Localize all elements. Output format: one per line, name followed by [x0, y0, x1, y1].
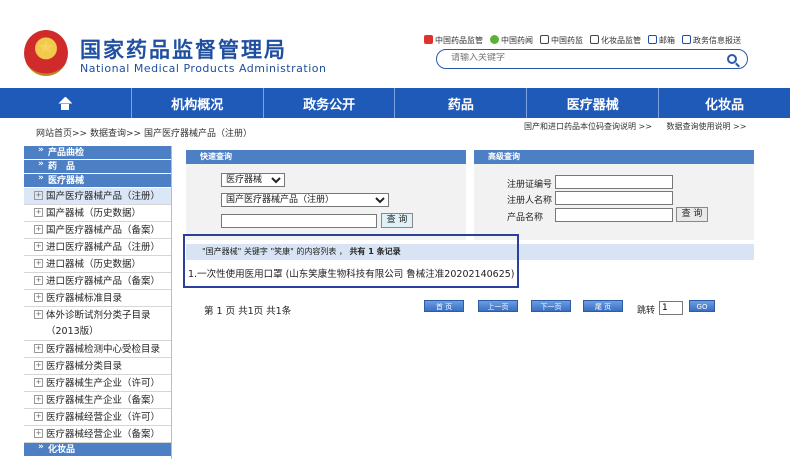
- sidebar-head-drugs[interactable]: 药 品: [24, 157, 171, 174]
- reg-no-label: 注册证编号: [507, 180, 553, 190]
- home-icon: [58, 97, 72, 110]
- prev-page-button[interactable]: 上一页: [478, 300, 518, 312]
- main-nav: 机构概况 政务公开 药品 医疗器械 化妆品: [0, 88, 790, 118]
- first-page-button[interactable]: 首 页: [424, 300, 464, 312]
- phone-icon: [540, 35, 549, 44]
- sidebar-item-import-record[interactable]: 进口医疗器械产品（备案）: [24, 273, 171, 290]
- search-icon[interactable]: [727, 54, 737, 64]
- sidebar-head-cosmetics[interactable]: 化妆品: [24, 440, 171, 457]
- jump-label: 跳转: [637, 306, 656, 316]
- national-emblem-icon: [24, 30, 68, 76]
- top-link-wechat[interactable]: 中国药闻: [490, 35, 533, 46]
- top-link-app[interactable]: 中国药监: [540, 35, 583, 46]
- sidebar-item-dealer-record[interactable]: 医疗器械经营企业（备案）: [24, 426, 171, 443]
- jump-page-input[interactable]: [659, 301, 683, 315]
- document-icon: [682, 35, 691, 44]
- quick-search-title: 快速查询: [186, 150, 466, 164]
- sidebar-item-test-center[interactable]: 医疗器械检测中心受检目录: [24, 341, 171, 358]
- product-name-input[interactable]: [555, 208, 673, 222]
- top-link-cosmetics[interactable]: 化妆品监管: [590, 35, 641, 46]
- highlight-box: [183, 234, 519, 288]
- sidebar-item-import-reg[interactable]: 进口医疗器械产品（注册）: [24, 239, 171, 256]
- product-name-label: 产品名称: [507, 213, 544, 223]
- last-page-button[interactable]: 尾 页: [583, 300, 623, 312]
- reg-no-input[interactable]: [555, 175, 673, 189]
- breadcrumb-current: 国产医疗器械产品（注册）: [143, 129, 252, 139]
- subcategory-select[interactable]: 国产医疗器械产品（注册）: [221, 193, 389, 207]
- site-search: [436, 49, 748, 69]
- search-input[interactable]: [451, 53, 711, 63]
- pager-info: 第 1 页 共1页 共1条: [204, 306, 292, 317]
- wechat-icon: [490, 35, 499, 44]
- sidebar-item-mfr-license[interactable]: 医疗器械生产企业（许可）: [24, 375, 171, 392]
- go-button[interactable]: GO: [689, 300, 715, 312]
- sidebar-item-classification[interactable]: 医疗器械分类目录: [24, 358, 171, 375]
- sidebar-item-domestic-record[interactable]: 国产医疗器械产品（备案）: [24, 222, 171, 239]
- sidebar-item-ivd-catalog[interactable]: 体外诊断试剂分类子目录（2013版）: [24, 307, 171, 341]
- sidebar-item-domestic-reg[interactable]: 国产医疗器械产品（注册）: [24, 188, 171, 205]
- next-page-button[interactable]: 下一页: [531, 300, 571, 312]
- sidebar-item-import-history[interactable]: 进口器械（历史数据）: [24, 256, 171, 273]
- breadcrumb-home[interactable]: 网站首页: [36, 129, 72, 139]
- top-link-weibo[interactable]: 中国药品监管: [424, 35, 483, 46]
- quick-search-button[interactable]: 查 询: [381, 213, 413, 228]
- keyword-input[interactable]: [221, 214, 377, 228]
- sidebar-item-standards[interactable]: 医疗器械标准目录: [24, 290, 171, 307]
- phone-icon: [590, 35, 599, 44]
- top-link-report[interactable]: 政务信息报送: [682, 35, 741, 46]
- mail-icon: [648, 35, 657, 44]
- sidebar: 产品曲检 药 品 医疗器械 国产医疗器械产品（注册） 国产器械（历史数据） 国产…: [24, 143, 172, 459]
- breadcrumb: 网站首页>> 数据查询>> 国产医疗器械产品（注册）: [36, 129, 252, 139]
- breadcrumb-data-query[interactable]: 数据查询: [90, 129, 126, 139]
- category-select[interactable]: 医疗器械: [221, 173, 285, 187]
- registrant-input[interactable]: [555, 191, 673, 205]
- nav-drugs[interactable]: 药品: [395, 88, 528, 118]
- help-links: 国产和进口药品本位码查询说明 >> 数据查询使用说明 >>: [524, 121, 758, 132]
- sidebar-item-domestic-history[interactable]: 国产器械（历史数据）: [24, 205, 171, 222]
- site-title-en: National Medical Products Administration: [80, 62, 327, 75]
- top-links: 中国药品监管 中国药闻 中国药监 化妆品监管 邮箱 政务信息报送: [424, 35, 741, 46]
- advanced-search-button[interactable]: 查 询: [676, 207, 708, 222]
- nav-about[interactable]: 机构概况: [132, 88, 264, 118]
- nav-home[interactable]: [0, 88, 132, 118]
- nav-gov-affairs[interactable]: 政务公开: [264, 88, 396, 118]
- sidebar-item-dealer-license[interactable]: 医疗器械经营企业（许可）: [24, 409, 171, 426]
- registrant-label: 注册人名称: [507, 196, 553, 206]
- site-title-cn[interactable]: 国家药品监督管理局: [80, 34, 287, 64]
- weibo-icon: [424, 35, 433, 44]
- link-query-help[interactable]: 数据查询使用说明 >>: [667, 122, 747, 131]
- nav-devices[interactable]: 医疗器械: [527, 88, 660, 118]
- link-drug-code-help[interactable]: 国产和进口药品本位码查询说明 >>: [524, 122, 652, 131]
- advanced-search-title: 高级查询: [474, 150, 754, 164]
- site-header: 国家药品监督管理局 National Medical Products Admi…: [0, 0, 790, 88]
- nav-cosmetics[interactable]: 化妆品: [659, 88, 790, 118]
- sidebar-head-products[interactable]: 产品曲检: [24, 143, 171, 160]
- sidebar-head-devices[interactable]: 医疗器械: [24, 171, 171, 188]
- top-link-mail[interactable]: 邮箱: [648, 35, 675, 46]
- sidebar-item-mfr-record[interactable]: 医疗器械生产企业（备案）: [24, 392, 171, 409]
